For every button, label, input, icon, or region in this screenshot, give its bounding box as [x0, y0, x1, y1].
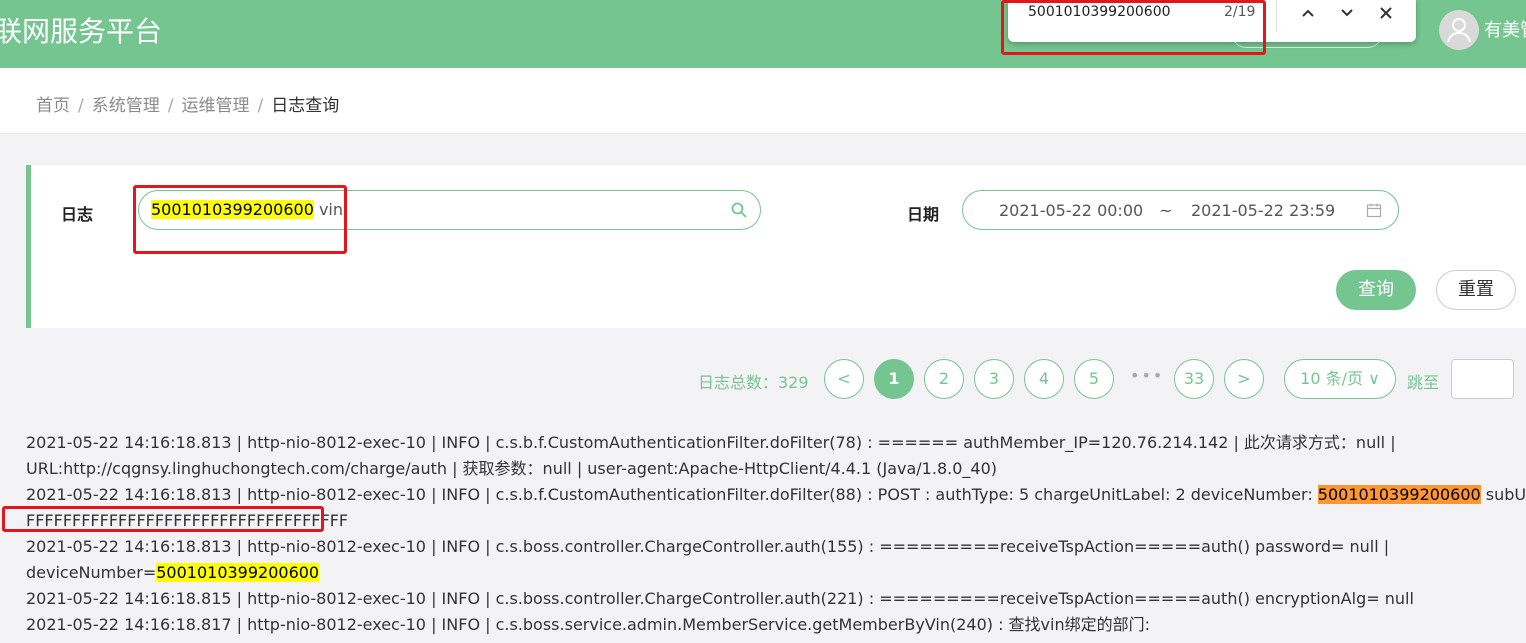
- close-icon[interactable]: [1372, 0, 1400, 28]
- breadcrumb-bar: 首页 / 系统管理 / 运维管理 / 日志查询: [0, 68, 1526, 134]
- breadcrumb-ops[interactable]: 运维管理: [181, 96, 249, 116]
- page-3-button[interactable]: 3: [974, 359, 1014, 399]
- page-5-button[interactable]: 5: [1074, 359, 1114, 399]
- chevron-down-icon[interactable]: [1333, 0, 1361, 28]
- log-text: 2021-05-22 14:16:18.815 | http-nio-8012-…: [26, 589, 1414, 608]
- jump-label: 跳至: [1407, 373, 1440, 392]
- log-total-count: 日志总数：329: [698, 373, 809, 392]
- page-1-button[interactable]: 1: [874, 359, 914, 399]
- annotation-box-search: [133, 185, 347, 254]
- page-4-button[interactable]: 4: [1024, 359, 1064, 399]
- chevron-down-icon: ∨: [1363, 369, 1380, 388]
- log-line: 2021-05-22 14:16:18.813 | http-nio-8012-…: [26, 430, 1526, 456]
- page-size-select[interactable]: 10 条/页 ∨: [1284, 359, 1396, 399]
- date-start[interactable]: 2021-05-22 00:00: [999, 201, 1143, 220]
- next-page-button[interactable]: >: [1224, 359, 1264, 399]
- user-name[interactable]: 有美管: [1484, 16, 1526, 42]
- annotation-box-vin: [2, 506, 324, 532]
- log-text: 2021-05-22 14:16:18.817 | http-nio-8012-…: [26, 615, 1150, 634]
- log-line: 2021-05-22 14:16:18.815 | http-nio-8012-…: [26, 586, 1526, 612]
- jump-page-input[interactable]: [1451, 359, 1514, 399]
- breadcrumb: 首页 / 系统管理 / 运维管理 / 日志查询: [36, 96, 340, 116]
- search-icon[interactable]: [730, 201, 748, 219]
- log-label: 日志: [61, 205, 94, 224]
- user-avatar-icon[interactable]: [1439, 10, 1479, 50]
- log-text: subUnits: vin:: [1485, 485, 1526, 504]
- page-ellipsis[interactable]: •••: [1130, 366, 1164, 385]
- reset-button[interactable]: 重置: [1436, 270, 1516, 310]
- date-range-picker[interactable]: 2021-05-22 00:00 ~ 2021-05-22 23:59: [962, 190, 1399, 230]
- log-line: deviceNumber=5001010399200600: [26, 560, 1526, 586]
- date-separator: ~: [1159, 201, 1173, 220]
- log-line: 2021-05-22 14:16:18.817 | http-nio-8012-…: [26, 612, 1526, 638]
- breadcrumb-system[interactable]: 系统管理: [92, 96, 160, 116]
- log-line: URL:http://cqgnsy.linghuchongtech.com/ch…: [26, 456, 1526, 482]
- log-text: deviceNumber=: [26, 563, 157, 582]
- log-line: 2021-05-22 14:16:18.813 | http-nio-8012-…: [26, 482, 1526, 508]
- breadcrumb-home[interactable]: 首页: [36, 96, 70, 116]
- find-divider: [1276, 0, 1277, 32]
- app-title: 联网服务平台: [0, 15, 163, 48]
- query-button[interactable]: 查询: [1336, 270, 1416, 310]
- chevron-up-icon[interactable]: [1294, 0, 1322, 28]
- page-last-button[interactable]: 33: [1174, 359, 1214, 399]
- prev-page-button[interactable]: <: [824, 359, 864, 399]
- page-size-value: 10 条/页: [1300, 369, 1364, 388]
- log-text: 2021-05-22 14:16:18.813 | http-nio-8012-…: [26, 433, 1396, 452]
- breadcrumb-current: 日志查询: [271, 96, 340, 116]
- date-end[interactable]: 2021-05-22 23:59: [1191, 201, 1335, 220]
- date-label: 日期: [907, 205, 940, 224]
- log-text: 2021-05-22 14:16:18.813 | http-nio-8012-…: [26, 485, 1318, 504]
- page-2-button[interactable]: 2: [924, 359, 964, 399]
- log-text: 2021-05-22 14:16:18.813 | http-nio-8012-…: [26, 537, 1390, 556]
- find-current-match: 5001010399200600: [1317, 485, 1481, 504]
- calendar-icon: [1366, 203, 1382, 218]
- find-highlight: 5001010399200600: [156, 563, 320, 582]
- log-line: 2021-05-22 14:16:18.813 | http-nio-8012-…: [26, 534, 1526, 560]
- log-text: URL:http://cqgnsy.linghuchongtech.com/ch…: [26, 459, 997, 478]
- annotation-box-find: [1001, 0, 1266, 55]
- log-list: 2021-05-22 14:16:18.813 | http-nio-8012-…: [26, 430, 1526, 638]
